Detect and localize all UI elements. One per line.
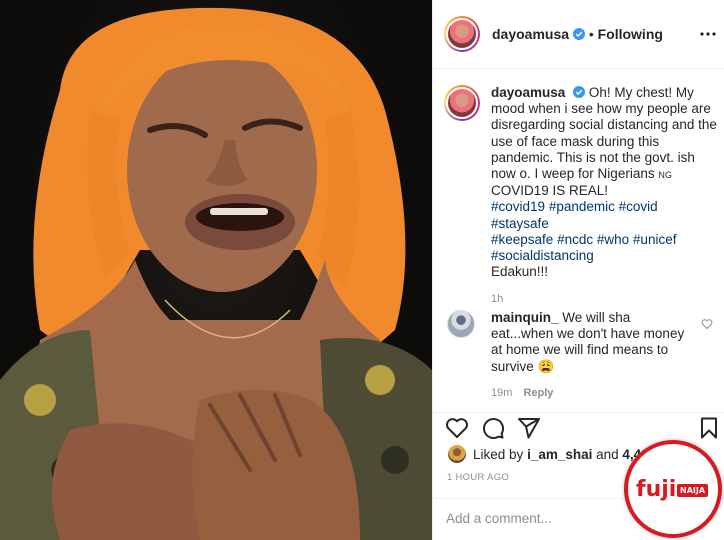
hashtag-link[interactable]: #socialdistancing [491,248,594,263]
hashtag-link[interactable]: #covid19 [491,199,545,214]
commenter-avatar[interactable] [447,310,475,338]
comment-text: mainquin_ We will sha eat...when we don'… [491,310,696,375]
separator-dot: • [589,26,594,42]
author-username[interactable]: dayoamusa [492,26,569,42]
verified-badge-icon [573,28,586,40]
hashtag-link[interactable]: #who [597,232,629,247]
hashtag-link[interactable]: #keepsafe [491,232,553,247]
author-avatar[interactable] [444,16,480,52]
photo-illustration [0,7,432,540]
caption-text: dayoamusa Oh! My chest! My mood when i s… [491,85,719,280]
hashtag-link[interactable]: #unicef [633,232,677,247]
post-timestamp[interactable]: 1 HOUR AGO [447,472,509,483]
hashtag-link[interactable]: #staysafe [491,216,549,231]
action-bar [433,412,724,442]
caption-body-2: COVID19 IS REAL! [491,183,609,199]
caption-author-avatar[interactable] [444,85,480,121]
hashtag-link[interactable]: #pandemic [549,199,615,214]
heart-icon[interactable] [445,416,469,440]
reply-button[interactable]: Reply [523,387,553,399]
commenter-username[interactable]: mainquin_ [491,310,559,325]
share-icon[interactable] [517,416,541,440]
comment-item: mainquin_ We will sha eat...when we don'… [444,310,719,399]
fuji-naija-watermark-logo: fuji NAIJA [624,440,722,538]
comment-timestamp: 19m [491,386,513,399]
caption-username[interactable]: dayoamusa [491,85,565,100]
nigeria-flag-label: NG [658,170,673,181]
comment-meta: 19m Reply [491,387,719,399]
post-header: dayoamusa • Following [433,0,724,69]
hashtag-link[interactable]: #covid [619,199,658,214]
comment-icon[interactable] [481,416,505,440]
hashtag-link[interactable]: #ncdc [557,232,593,247]
comment-like-heart-icon[interactable] [701,318,713,330]
bookmark-icon[interactable] [697,416,721,440]
following-button[interactable]: Following [598,26,663,42]
liker-username[interactable]: i_am_shai [527,447,592,462]
watermark-tag: NAIJA [677,484,709,497]
post-caption: dayoamusa Oh! My chest! My mood when i s… [444,85,719,305]
likes-prefix: Liked by [473,446,524,462]
comment-input[interactable] [446,511,646,526]
post-photo[interactable] [0,0,432,540]
likes-summary: Liked by i_am_shai and 4,426 [448,445,656,463]
watermark-brand: fuji [636,477,677,502]
liker-avatar[interactable] [448,445,466,463]
caption-body-3: Edakun!!! [491,264,549,280]
more-options-icon[interactable] [700,26,716,42]
verified-badge-icon [573,86,586,98]
caption-timestamp[interactable]: 1h [491,293,719,305]
likes-joiner: and [596,446,619,462]
